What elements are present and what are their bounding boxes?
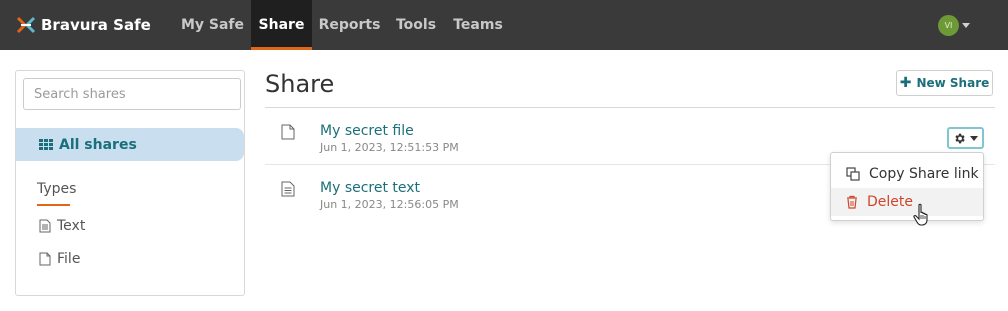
sidebar-item-label: File: [57, 251, 81, 267]
share-date: Jun 1, 2023, 12:51:53 PM: [320, 141, 459, 154]
menu-item-label: Delete: [867, 194, 913, 210]
sidebar-item-file[interactable]: File: [39, 249, 80, 269]
text-file-icon: [281, 181, 295, 197]
brand[interactable]: Bravura Safe: [16, 14, 151, 36]
text-file-icon: [39, 219, 51, 233]
file-icon: [281, 124, 295, 140]
nav-my-safe[interactable]: My Safe: [174, 0, 251, 50]
bravura-logo-icon: [16, 15, 36, 35]
brand-name: Bravura Safe: [41, 16, 151, 34]
menu-item-label: Copy Share link: [869, 166, 979, 182]
sidebar-item-all-shares[interactable]: All shares: [16, 128, 244, 161]
search-input[interactable]: [23, 78, 241, 110]
chevron-down-icon[interactable]: [962, 23, 970, 28]
file-icon: [39, 252, 51, 266]
nav-tools[interactable]: Tools: [387, 0, 445, 50]
new-share-label: New Share: [916, 76, 990, 90]
share-options-button[interactable]: [947, 127, 984, 149]
copy-icon: [846, 167, 860, 181]
types-underline: [37, 204, 70, 206]
user-avatar[interactable]: VI: [938, 15, 959, 36]
hand-cursor-icon: [913, 203, 928, 226]
sidebar-item-label: Text: [57, 218, 86, 234]
new-share-button[interactable]: ✚ New Share: [896, 70, 993, 96]
grid-icon: [39, 138, 53, 151]
gear-icon: [955, 133, 965, 143]
types-heading: Types: [37, 181, 77, 197]
nav-teams[interactable]: Teams: [445, 0, 511, 50]
sidebar-panel: All shares Types Text File: [15, 70, 245, 296]
sidebar-item-text[interactable]: Text: [39, 216, 85, 236]
delete-menu-item[interactable]: Delete: [831, 188, 983, 216]
share-name-link[interactable]: My secret file: [320, 123, 414, 139]
sidebar-item-label: All shares: [59, 136, 137, 153]
nav-share[interactable]: Share: [251, 0, 312, 50]
share-options-menu: Copy Share link Delete: [830, 152, 984, 221]
trash-icon: [847, 195, 857, 209]
share-date: Jun 1, 2023, 12:56:05 PM: [320, 198, 459, 211]
nav-reports[interactable]: Reports: [312, 0, 387, 50]
page-title: Share: [265, 70, 335, 98]
plus-icon: ✚: [899, 75, 912, 91]
share-name-link[interactable]: My secret text: [320, 180, 420, 196]
top-navbar: Bravura Safe My Safe Share Reports Tools…: [0, 0, 1008, 50]
chevron-down-icon: [970, 135, 978, 141]
copy-share-link-menu-item[interactable]: Copy Share link: [831, 160, 983, 188]
